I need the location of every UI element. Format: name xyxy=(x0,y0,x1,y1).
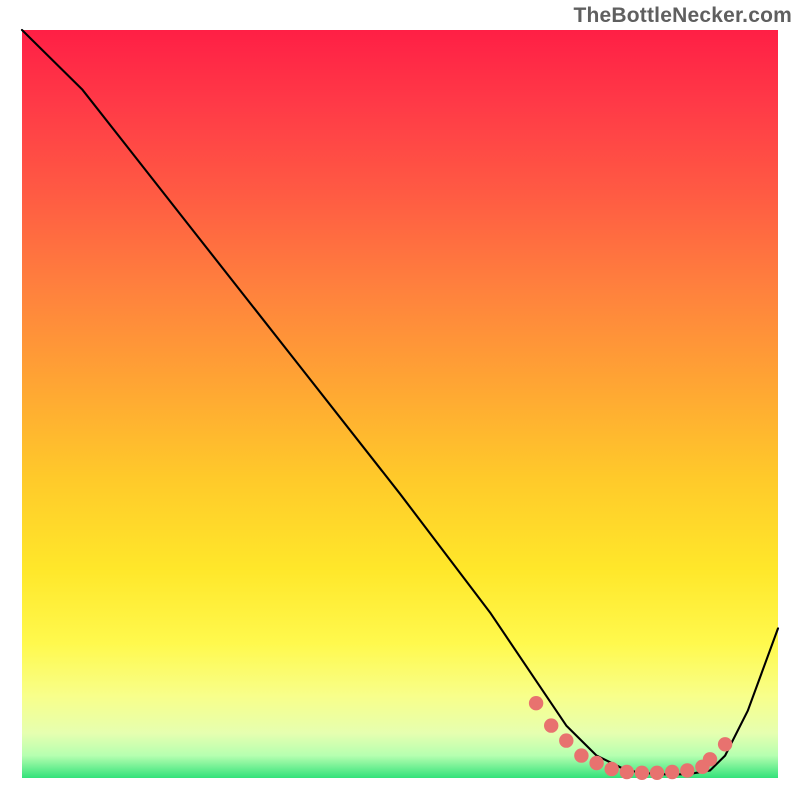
marker-dot xyxy=(559,733,573,747)
marker-dot xyxy=(665,765,679,779)
marker-dot xyxy=(605,762,619,776)
watermark-text: TheBottleNecker.com xyxy=(573,4,792,28)
marker-dot xyxy=(718,737,732,751)
marker-dot xyxy=(680,763,694,777)
marker-dot xyxy=(529,696,543,710)
plot-background xyxy=(22,30,778,778)
marker-dot xyxy=(544,718,558,732)
marker-dot xyxy=(574,748,588,762)
marker-dot xyxy=(620,765,634,779)
marker-dot xyxy=(589,756,603,770)
chart-container: TheBottleNecker.com xyxy=(0,0,800,800)
marker-dot xyxy=(650,766,664,780)
marker-dot xyxy=(635,766,649,780)
chart-svg xyxy=(0,0,800,800)
marker-dot xyxy=(703,752,717,766)
